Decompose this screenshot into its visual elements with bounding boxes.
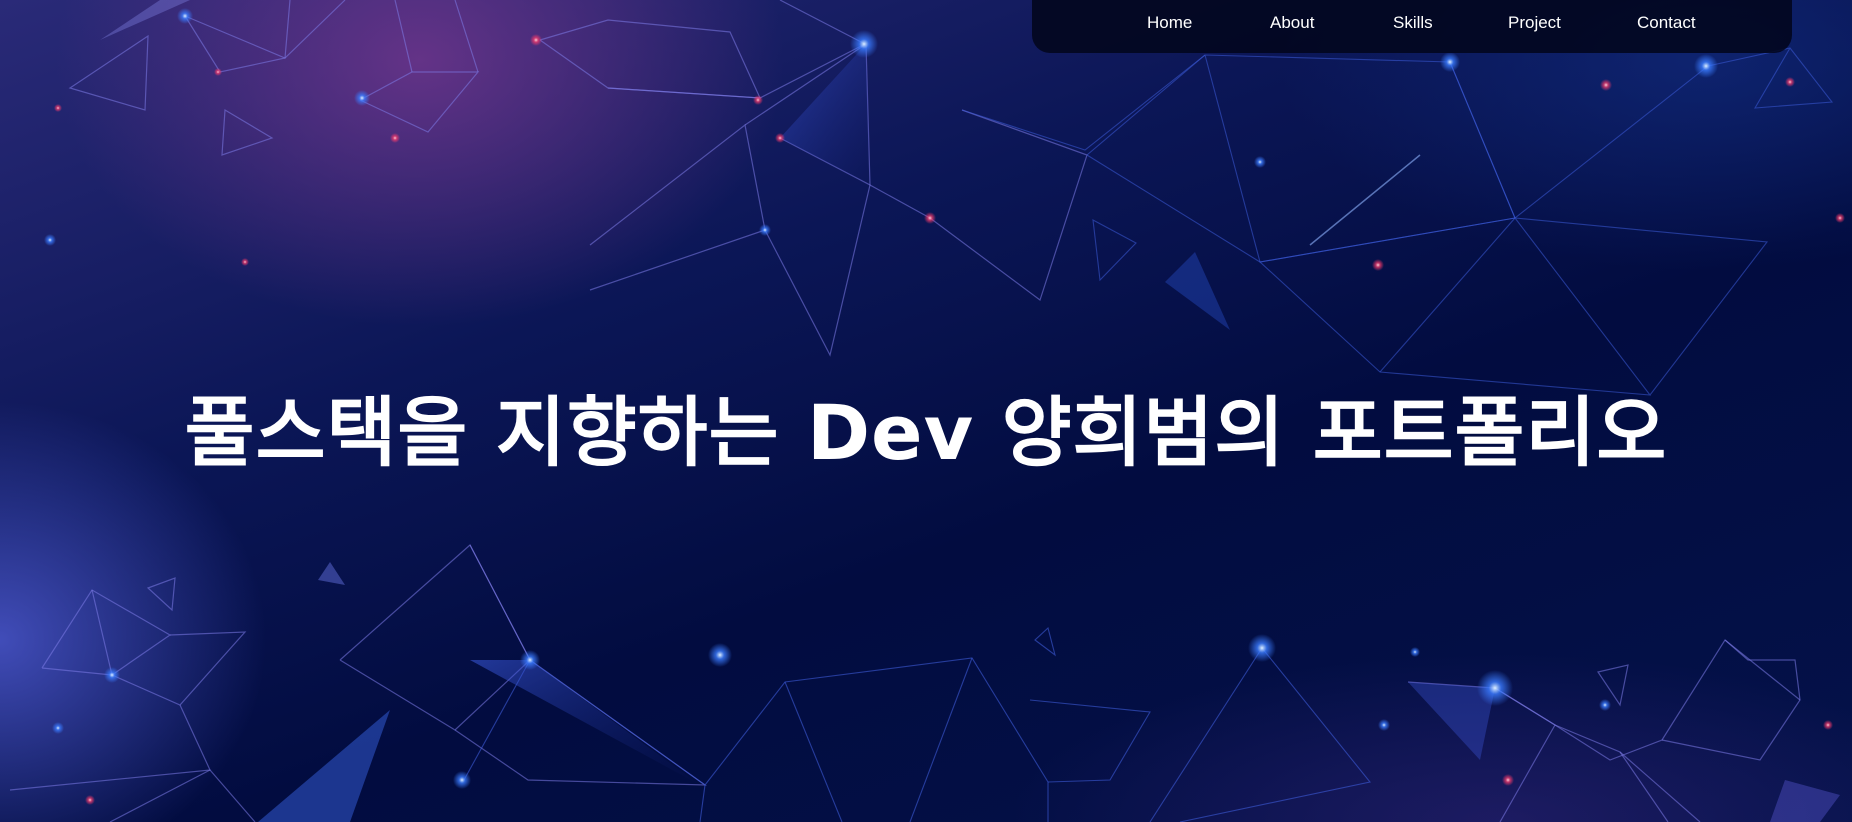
top-navigation-bar: Home About Skills Project Contact [1032, 0, 1792, 53]
nav-link-project[interactable]: Project [1508, 13, 1561, 33]
nav-link-contact[interactable]: Contact [1637, 13, 1696, 33]
nav-link-about[interactable]: About [1270, 13, 1314, 33]
nav-link-home[interactable]: Home [1147, 13, 1192, 33]
hero-title: 풀스택을 지향하는 Dev 양희범의 포트폴리오 [184, 388, 1668, 477]
nav-link-skills[interactable]: Skills [1393, 13, 1433, 33]
hero-section: Home About Skills Project Contact 풀스택을 지… [0, 0, 1852, 822]
